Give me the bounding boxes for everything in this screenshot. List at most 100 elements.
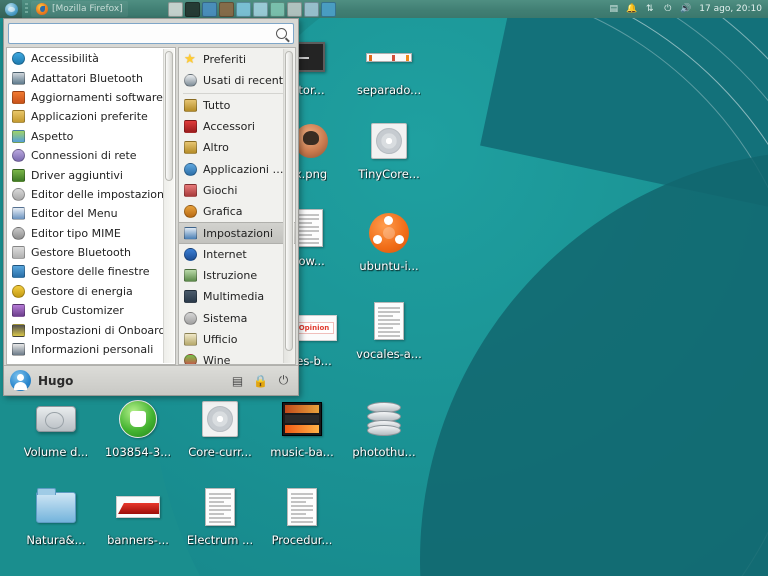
menu-category-accessori[interactable]: Accessori bbox=[179, 116, 295, 137]
menu-category-label: Tutto bbox=[203, 99, 231, 111]
menu-app-item[interactable]: Gestore di energia bbox=[7, 282, 175, 301]
terminal-icon[interactable] bbox=[184, 1, 200, 17]
desktop-icon-label: Procedur... bbox=[271, 533, 333, 547]
bell-icon[interactable]: 🔔 bbox=[625, 3, 638, 16]
menu-app-item[interactable]: Grub Customizer bbox=[7, 301, 175, 320]
menu-app-item[interactable]: Impostazioni di Onboard bbox=[7, 320, 175, 339]
menu-category-usati-di-recente[interactable]: Usati di recente bbox=[179, 70, 295, 91]
desktop-icon[interactable]: banners-... bbox=[92, 484, 184, 547]
category-scrollbar-thumb[interactable] bbox=[285, 51, 293, 351]
desktop-icon-label: 103854-3... bbox=[104, 445, 172, 459]
menu-category-label: Usati di recente bbox=[203, 75, 290, 87]
menu-app-item[interactable]: Driver aggiuntivi bbox=[7, 165, 175, 184]
multimedia-icon bbox=[183, 289, 198, 304]
desktop-icon[interactable]: Core-curr... bbox=[174, 396, 266, 459]
desktop-icon[interactable]: photothu... bbox=[338, 396, 430, 459]
volume-icon[interactable]: 🔊 bbox=[679, 3, 692, 16]
menu-category-multimedia[interactable]: Multimedia bbox=[179, 286, 295, 307]
taskbar: [Mozilla Firefox] ▤ 🔔 ⇅ ⏻ 🔊 17 ago, 20:10 bbox=[0, 0, 768, 18]
menu-category-tutto[interactable]: Tutto bbox=[179, 95, 295, 116]
menu-app-item[interactable]: Gestore delle finestre bbox=[7, 262, 175, 281]
application-list-scrollbar[interactable] bbox=[163, 49, 174, 363]
menu-app-label: Accessibilità bbox=[31, 53, 99, 65]
menu-app-label: Editor delle impostazioni bbox=[31, 188, 168, 200]
desktop-icon[interactable]: Natura&... bbox=[10, 484, 102, 547]
menu-app-item[interactable]: Editor tipo MIME bbox=[7, 224, 175, 243]
banner-image-icon bbox=[115, 484, 161, 530]
menu-category-istruzione[interactable]: Istruzione bbox=[179, 265, 295, 286]
menu-category-sistema[interactable]: Sistema bbox=[179, 308, 295, 329]
clock[interactable]: 17 ago, 20:10 bbox=[699, 4, 762, 14]
scrollbar-thumb[interactable] bbox=[165, 51, 173, 181]
network-transfer-icon[interactable]: ⇅ bbox=[643, 3, 656, 16]
notes-editor-icon[interactable] bbox=[269, 1, 285, 17]
network-connections-icon bbox=[11, 148, 26, 163]
desktop-icon[interactable]: music-ba... bbox=[256, 396, 348, 459]
desktop-icon[interactable]: 103854-3... bbox=[92, 396, 184, 459]
wine-icon bbox=[183, 353, 198, 364]
spreadsheet-icon[interactable] bbox=[252, 1, 268, 17]
menu-category-giochi[interactable]: Giochi bbox=[179, 180, 295, 201]
menu-category-impostazioni[interactable]: Impostazioni bbox=[179, 222, 295, 244]
office-icon bbox=[183, 332, 198, 347]
menu-category-wine[interactable]: Wine bbox=[179, 350, 295, 364]
shutdown-button[interactable]: ⏻ bbox=[275, 372, 292, 389]
start-menu-button[interactable] bbox=[0, 0, 22, 18]
category-list-panel[interactable]: ★ Preferiti Usati di recente Tutto Accessori… bbox=[178, 47, 296, 365]
document-icon bbox=[366, 298, 412, 344]
menu-app-item[interactable]: Editor del Menu bbox=[7, 204, 175, 223]
menu-app-label: Editor tipo MIME bbox=[31, 227, 121, 239]
menu-app-item[interactable]: Applicazioni preferite bbox=[7, 107, 175, 126]
menu-category-label: Internet bbox=[203, 248, 247, 260]
taskbar-window-firefox[interactable]: [Mozilla Firefox] bbox=[31, 1, 128, 17]
menu-app-label: Informazioni personali bbox=[31, 344, 154, 356]
category-list-scrollbar[interactable] bbox=[283, 49, 294, 363]
menu-category-label: Istruzione bbox=[203, 270, 258, 282]
file-search-icon[interactable] bbox=[303, 1, 319, 17]
lock-screen-button[interactable]: 🔒 bbox=[252, 372, 269, 389]
desktop-icon[interactable]: Electrum ... bbox=[174, 484, 266, 547]
desktop-icon[interactable]: ubuntu-i... bbox=[343, 210, 435, 273]
search-box[interactable] bbox=[8, 23, 294, 44]
menu-category-label: Preferiti bbox=[203, 54, 247, 66]
menu-category-grafica[interactable]: Grafica bbox=[179, 201, 295, 222]
desktop-icon[interactable]: Procedur... bbox=[256, 484, 348, 547]
notes-tray-icon[interactable]: ▤ bbox=[607, 3, 620, 16]
menu-app-item[interactable]: Connessioni di rete bbox=[7, 146, 175, 165]
desktop-icon[interactable]: separado... bbox=[343, 34, 435, 97]
application-list-panel[interactable]: Accessibilità Adattatori Bluetooth Aggiorn… bbox=[6, 47, 176, 365]
menu-category-label: Altro bbox=[203, 142, 229, 154]
menu-category-altro[interactable]: Altro bbox=[179, 137, 295, 158]
mime-type-editor-icon bbox=[11, 226, 26, 241]
menu-app-item[interactable]: Aggiornamenti software bbox=[7, 88, 175, 107]
text-editor-icon[interactable] bbox=[167, 1, 183, 17]
menu-category-ufficio[interactable]: Ufficio bbox=[179, 329, 295, 350]
menu-app-item[interactable]: Adattatori Bluetooth bbox=[7, 68, 175, 87]
menu-category-label: Ufficio bbox=[203, 334, 238, 345]
menu-category-applicazioni-chromiu[interactable]: Applicazioni Chromiu bbox=[179, 158, 295, 179]
application-menu[interactable]: Accessibilità Adattatori Bluetooth Aggiorn… bbox=[3, 18, 299, 396]
desktop-icon-label: photothu... bbox=[352, 445, 416, 459]
menu-app-item[interactable]: Accessibilità bbox=[7, 49, 175, 68]
desktop-icon[interactable]: Volume d... bbox=[10, 396, 102, 459]
search-input[interactable] bbox=[13, 27, 276, 40]
menu-category-label: Impostazioni bbox=[203, 227, 274, 239]
switch-user-button[interactable]: ▤ bbox=[229, 372, 246, 389]
calculator-icon[interactable] bbox=[286, 1, 302, 17]
menu-category-preferiti[interactable]: ★ Preferiti bbox=[179, 49, 295, 70]
gimp-icon[interactable] bbox=[218, 1, 234, 17]
menu-app-item[interactable]: Informazioni personali bbox=[7, 340, 175, 359]
menu-app-item[interactable]: Editor delle impostazioni bbox=[7, 185, 175, 204]
refresh-icon[interactable] bbox=[201, 1, 217, 17]
accessories-icon bbox=[183, 119, 198, 134]
grub-customizer-icon bbox=[11, 303, 26, 318]
web-browser-icon[interactable] bbox=[320, 1, 336, 17]
power-icon[interactable]: ⏻ bbox=[661, 3, 674, 16]
desktop-icon-label: x.png bbox=[294, 167, 328, 181]
document-icon[interactable] bbox=[235, 1, 251, 17]
menu-category-internet[interactable]: Internet bbox=[179, 244, 295, 265]
power-manager-icon bbox=[11, 284, 26, 299]
menu-app-item[interactable]: Aspetto bbox=[7, 127, 175, 146]
system-icon bbox=[183, 311, 198, 326]
menu-app-item[interactable]: Gestore Bluetooth bbox=[7, 243, 175, 262]
